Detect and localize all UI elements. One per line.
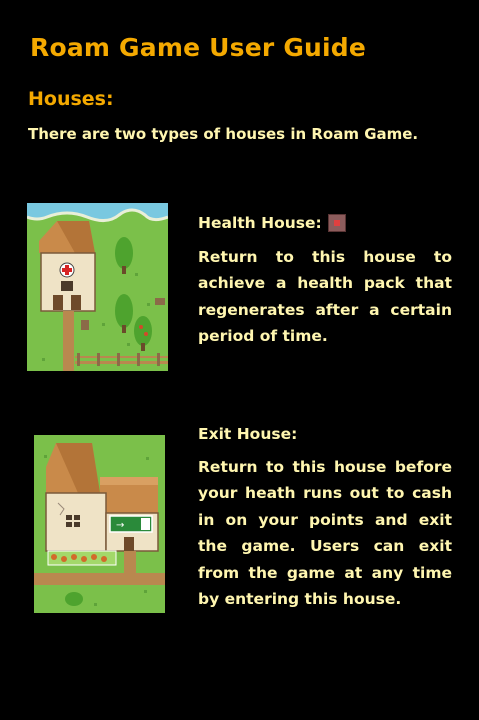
health-house-description: Return to this house to achieve a health… — [198, 248, 452, 346]
page-title: Roam Game User Guide — [30, 33, 367, 62]
svg-text:→: → — [116, 520, 124, 531]
houses-intro: There are two types of houses in Roam Ga… — [28, 125, 419, 143]
health-house-title: Health House: — [198, 214, 346, 232]
health-pack-icon — [327, 214, 346, 232]
exit-house-image: → — [34, 435, 165, 613]
exit-house-description: Return to this house before your heath r… — [198, 458, 452, 609]
health-house-image — [27, 203, 168, 371]
exit-house-title: Exit House: — [198, 425, 298, 443]
houses-heading: Houses: — [28, 88, 114, 110]
